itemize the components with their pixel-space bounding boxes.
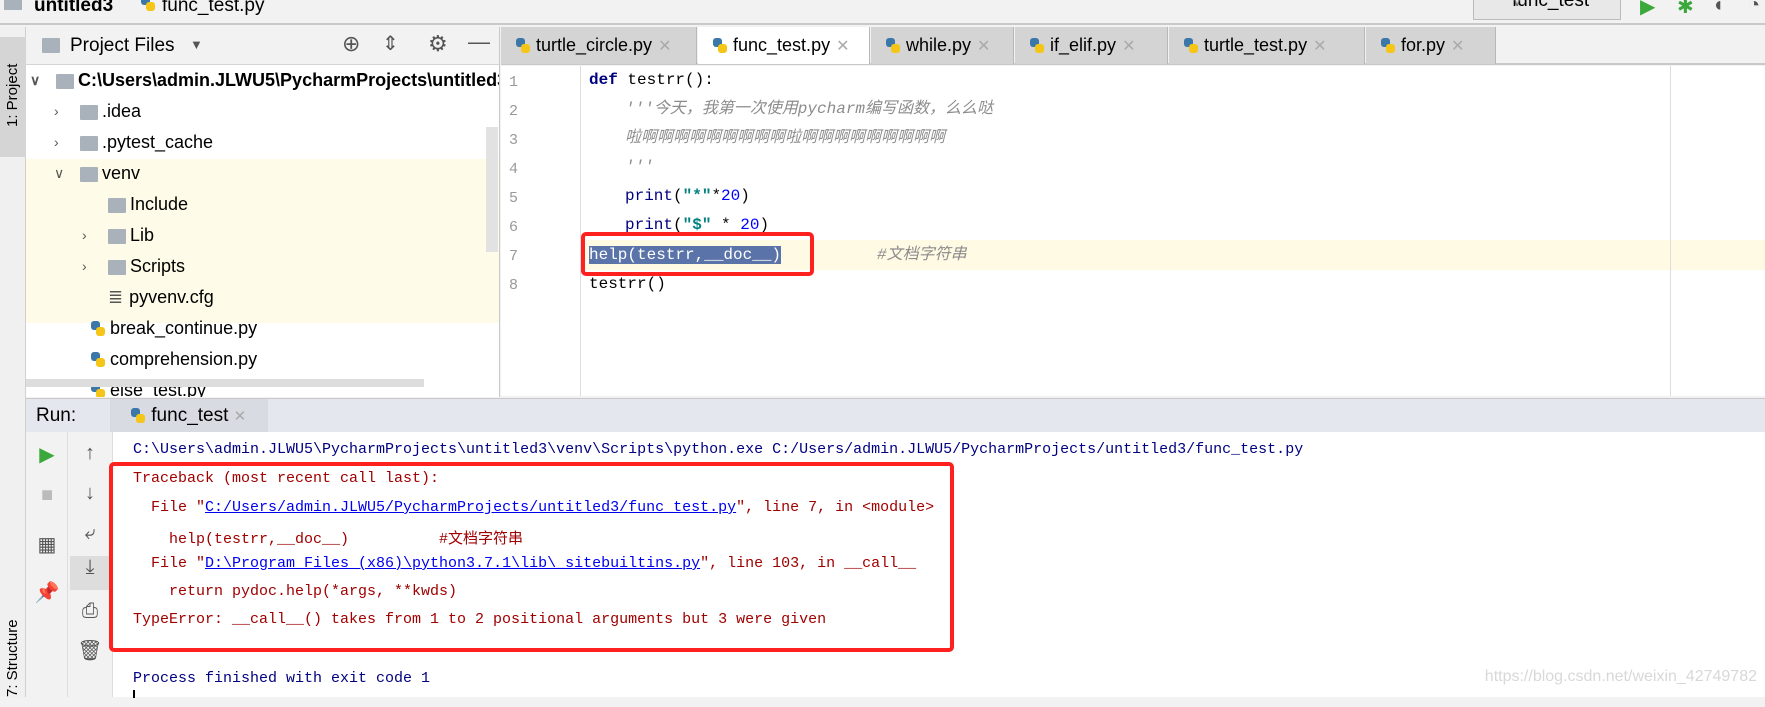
coverage-icon[interactable]: ◖ [1712,0,1724,17]
code-line-1: def testrr(): [589,71,714,89]
trash-icon[interactable]: 🗑 [70,638,110,663]
scroll-to-end-icon[interactable]: ⤓ [70,556,110,590]
profile-icon[interactable]: ◔ [1748,0,1760,17]
watermark: https://blog.csdn.net/weixin_42749782 [1484,668,1757,685]
tree-item-root[interactable]: ∨ C:\Users\admin.JLWU5\PycharmProjects\un… [30,65,499,96]
run-tab-func-test[interactable]: func_test ✕ [110,399,268,432]
console-command: C:\Users\admin.JLWU5\PycharmProjects\unt… [133,441,1304,458]
collapse-all-icon[interactable]: ⇕ [382,31,399,56]
line-number: 4 [509,161,519,178]
run-config-select[interactable]: func_test ∨ [1473,0,1621,20]
gutter: 1 2 3 4 5 6 7 8 [501,66,581,396]
close-icon: ✕ [658,38,672,55]
tree-item-venv[interactable]: ∨ venv [54,158,140,189]
tab-func-test[interactable]: func_test.py ✕ [698,27,870,64]
line-number: 2 [509,103,519,120]
right-margin-guide [1670,66,1671,396]
down-arrow-icon[interactable]: ↓ [70,482,110,505]
tree-item-scripts[interactable]: › Scripts [82,251,185,282]
tree-item-include[interactable]: Include [82,189,188,220]
line-number: 5 [509,190,519,207]
breadcrumb-project[interactable]: untitled3 [34,0,113,17]
line-number: 8 [509,277,519,294]
tree-item-pyvenv-cfg[interactable]: ≣ pyvenv.cfg [108,282,214,313]
python-file-icon [140,0,156,13]
run-label: Run: [36,405,77,426]
debug-icon[interactable]: ✱ [1677,0,1694,19]
tree-item-lib[interactable]: › Lib [82,220,154,251]
folder-icon [42,38,60,53]
soft-wrap-icon[interactable]: ⤶ [70,522,110,545]
project-view-selector[interactable]: Project Files [70,35,175,57]
structure-tool-tab[interactable]: 7: Structure [0,587,26,707]
line-number: 3 [509,132,519,149]
tab-while[interactable]: while.py ✕ [871,27,1014,64]
gear-icon[interactable]: ⚙ [428,31,448,57]
project-panel-header: Project Files ▼ ⊕ ⇕ ⚙ — [26,27,499,65]
code-line-2: '''今天，我第一次使用pycharm编写函数，么么哒 [625,100,994,118]
line-number: 6 [509,219,519,236]
run-config-label: func_test [1512,0,1590,11]
project-tool-tab[interactable]: 1: Project [0,37,26,157]
run-console[interactable]: C:\Users\admin.JLWU5\PycharmProjects\unt… [109,432,1765,698]
run-toolbar-primary: ▶ ■ ▦ 📌 [26,432,68,697]
locate-icon[interactable]: ⊕ [342,31,360,57]
tab-if-elif[interactable]: if_elif.py ✕ [1015,27,1168,64]
close-icon: ✕ [977,38,991,55]
tab-turtle-circle[interactable]: turtle_circle.py ✕ [501,27,697,64]
tree-item-idea[interactable]: › .idea [54,96,141,127]
project-panel: Project Files ▼ ⊕ ⇕ ⚙ — ∨ C:\Users\admin.… [26,27,500,397]
folder-icon [4,0,22,10]
caret-down-icon[interactable]: ▼ [190,37,203,52]
close-icon: ✕ [233,408,247,425]
run-panel-header: Run: func_test ✕ [26,398,1765,432]
annotation-box-console [109,462,954,652]
close-icon: ✕ [1122,38,1136,55]
pin-icon[interactable]: 📌 [27,580,67,605]
code-editor[interactable]: 1 2 3 4 5 6 7 8 def testrr(): '''今天，我第一次… [501,66,1765,396]
hide-icon[interactable]: — [468,29,490,55]
run-icon[interactable]: ▶ [1640,0,1655,19]
tool-window-strip: 1: Project 7: Structure [0,27,26,697]
navigation-bar: untitled3 func_test.py func_test ∨ ▶ ✱ ◖… [0,0,1765,25]
annotation-box-code [581,232,814,276]
print-icon[interactable]: ⎙ [70,600,110,623]
tab-turtle-test[interactable]: turtle_test.py ✕ [1169,27,1365,64]
rerun-icon[interactable]: ▶ [27,442,67,467]
code-line-5: print("*"*20) [625,187,750,205]
line-number: 7 [509,248,519,265]
breadcrumb-file[interactable]: func_test.py [162,0,264,17]
line-number: 1 [509,74,519,91]
project-tool-label: 1: Project [4,63,21,127]
tree-item-break-continue[interactable]: break_continue.py [90,313,257,344]
up-arrow-icon[interactable]: ↑ [70,442,110,465]
tree-item-pytest-cache[interactable]: › .pytest_cache [54,127,213,158]
run-toolbar-secondary: ↑ ↓ ⤶ ⤓ ⎙ 🗑 [68,432,113,697]
layout-icon[interactable]: ▦ [27,532,67,557]
tab-for[interactable]: for.py ✕ [1366,27,1496,64]
close-icon: ✕ [1313,38,1327,55]
code-line-3: 啦啊啊啊啊啊啊啊啊啊啦啊啊啊啊啊啊啊啊啊 [625,129,946,147]
editor-tabs: turtle_circle.py ✕ func_test.py ✕ while.py… [501,27,1765,65]
tree-item-comprehension[interactable]: comprehension.py [90,344,257,375]
horizontal-scrollbar[interactable] [26,379,424,387]
console-exit: Process finished with exit code 1 [133,670,431,687]
config-file-icon: ≣ [108,287,124,307]
close-icon: ✕ [1451,38,1465,55]
stop-icon[interactable]: ■ [27,484,67,507]
close-icon: ✕ [836,38,850,55]
structure-tool-label: 7: Structure [4,619,21,697]
code-line-4: ''' [625,158,654,176]
vertical-scrollbar[interactable] [486,127,498,252]
